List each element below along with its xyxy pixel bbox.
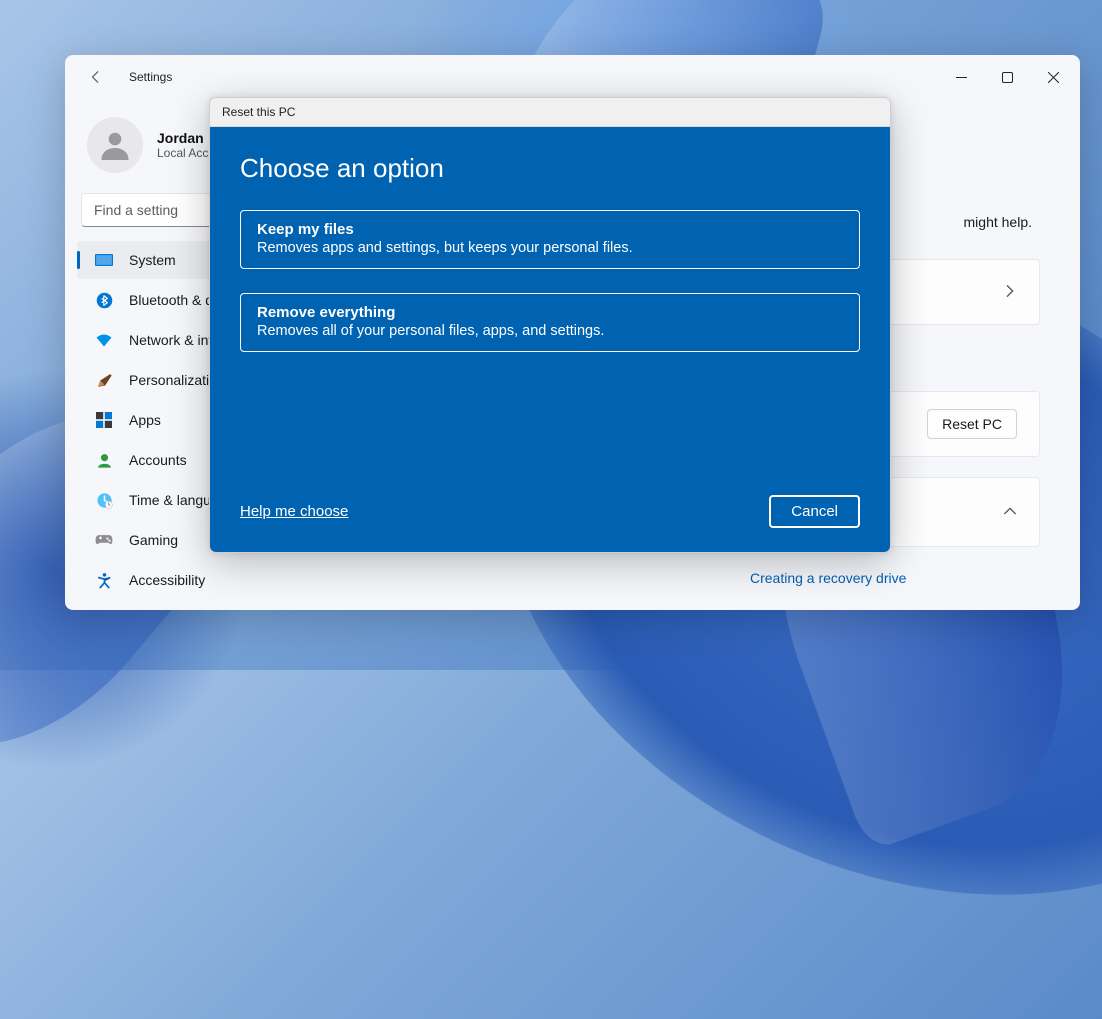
option-title: Keep my files [257, 221, 843, 238]
dialog-heading: Choose an option [240, 153, 860, 184]
apps-icon [95, 411, 113, 429]
reset-pc-button[interactable]: Reset PC [927, 409, 1017, 439]
back-button[interactable] [87, 68, 105, 86]
avatar [87, 117, 143, 173]
nav-label: Accessibility [129, 572, 205, 588]
minimize-button[interactable] [938, 61, 984, 93]
chevron-right-icon [1003, 284, 1017, 301]
dialog-footer: Help me choose Cancel [240, 495, 860, 528]
option-remove-everything[interactable]: Remove everything Removes all of your pe… [240, 293, 860, 352]
hint-text: might help. [964, 214, 1032, 230]
option-keep-my-files[interactable]: Keep my files Removes apps and settings,… [240, 210, 860, 269]
nav-label: Accounts [129, 452, 187, 468]
titlebar: Settings [65, 55, 1080, 99]
close-button[interactable] [1030, 61, 1076, 93]
bluetooth-icon [95, 291, 113, 309]
help-me-choose-link[interactable]: Help me choose [240, 503, 348, 520]
accounts-icon [95, 451, 113, 469]
cancel-button[interactable]: Cancel [769, 495, 860, 528]
chevron-up-icon [1003, 504, 1017, 521]
option-desc: Removes all of your personal files, apps… [257, 323, 843, 339]
time-icon [95, 491, 113, 509]
nav-label: Apps [129, 412, 161, 428]
reset-pc-dialog: Reset this PC Choose an option Keep my f… [209, 97, 891, 553]
option-desc: Removes apps and settings, but keeps you… [257, 240, 843, 256]
accessibility-icon [95, 571, 113, 589]
window-controls [938, 61, 1076, 93]
option-title: Remove everything [257, 304, 843, 321]
window-title: Settings [129, 70, 172, 84]
dialog-body: Choose an option Keep my files Removes a… [210, 127, 890, 552]
dialog-titlebar: Reset this PC [210, 98, 890, 127]
nav-label: Gaming [129, 532, 178, 548]
search-placeholder: Find a setting [94, 202, 178, 218]
nav-accessibility[interactable]: Accessibility [77, 561, 360, 599]
recovery-drive-link[interactable]: Creating a recovery drive [750, 570, 906, 586]
system-icon [95, 251, 113, 269]
network-icon [95, 331, 113, 349]
maximize-button[interactable] [984, 61, 1030, 93]
nav-label: System [129, 252, 176, 268]
personalization-icon [95, 371, 113, 389]
gaming-icon [95, 531, 113, 549]
